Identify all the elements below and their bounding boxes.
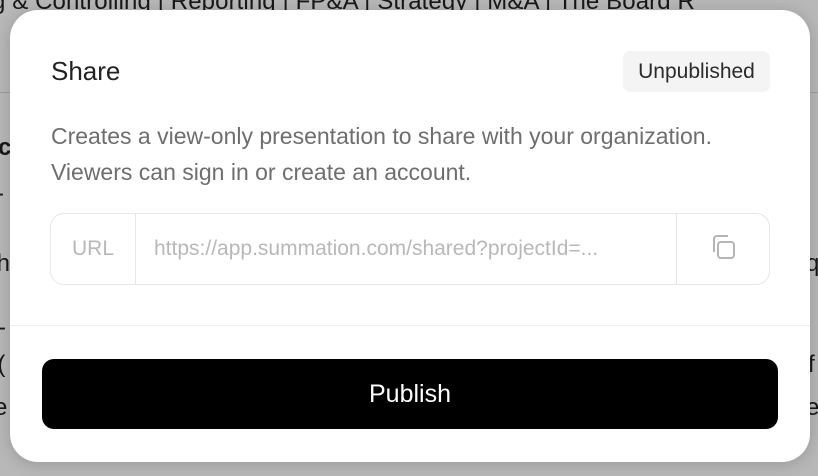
dialog-description: Creates a view-only presentation to shar… [51, 123, 712, 185]
copy-url-button[interactable] [676, 214, 769, 284]
copy-icon [708, 232, 738, 267]
publish-button[interactable]: Publish [42, 359, 778, 429]
share-url-input[interactable]: https://app.summation.com/shared?project… [136, 214, 676, 284]
share-url-field: URL https://app.summation.com/shared?pro… [50, 213, 770, 285]
status-badge: Unpublished [623, 51, 770, 92]
dialog-divider [10, 325, 810, 326]
share-dialog: Share Unpublished Creates a view-only pr… [10, 10, 810, 462]
url-label: URL [51, 214, 136, 284]
dialog-title: Share [51, 56, 121, 86]
